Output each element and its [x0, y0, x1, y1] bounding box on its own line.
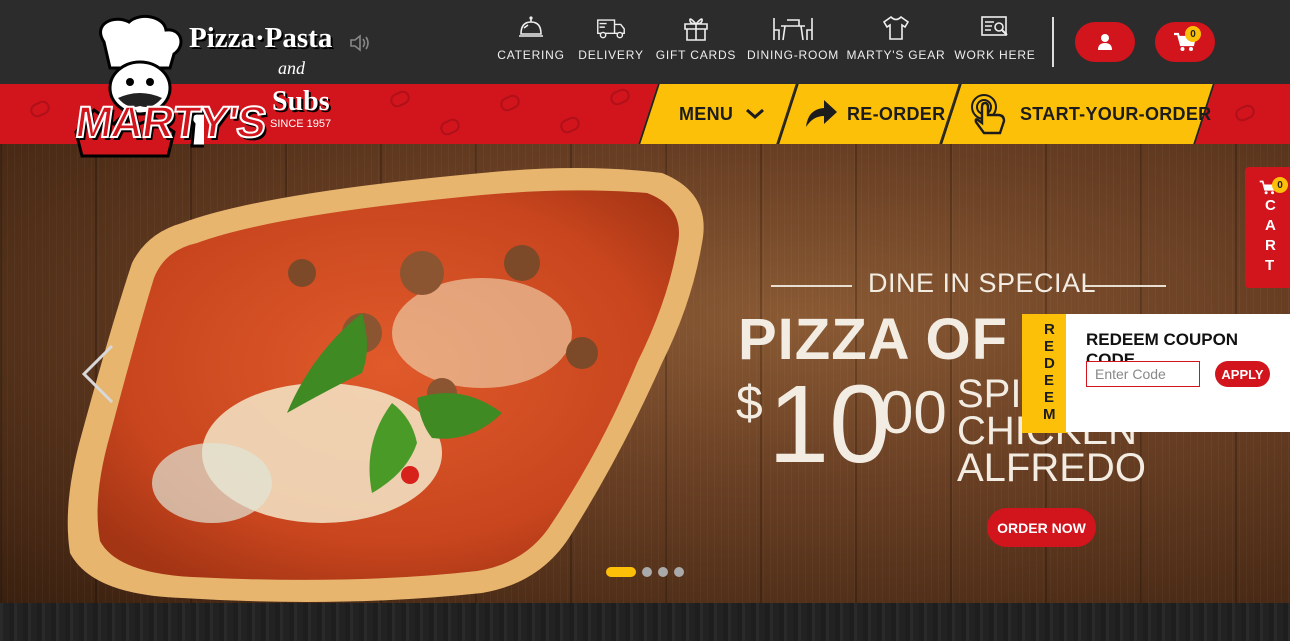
dining-table-icon — [773, 18, 813, 41]
brand-tagline-top: Pizza·Pasta — [189, 22, 333, 54]
pizza-image — [67, 168, 704, 602]
side-cart-label-letter: R — [1265, 237, 1276, 254]
tab-menu-label: MENU — [679, 103, 734, 124]
hero-currency: $ — [736, 377, 763, 430]
nav-catering[interactable]: CATERING — [497, 14, 564, 70]
user-icon — [1098, 34, 1112, 50]
page: MARTY'S Pizza·Pasta and Subs SINCE 1957 … — [0, 0, 1290, 641]
nav-label: MARTY'S GEAR — [846, 48, 946, 62]
delivery-truck-icon — [597, 19, 625, 39]
redeem-tab-letter: E — [1044, 389, 1055, 406]
brand-name: MARTY'S — [72, 97, 270, 148]
apply-coupon-button[interactable]: APPLY — [1215, 361, 1270, 387]
doodle-pattern — [497, 92, 523, 114]
chevron-down-icon — [746, 108, 765, 119]
nav-dining-room[interactable]: DINING-ROOM — [747, 14, 838, 70]
nav-label: DINING-ROOM — [746, 48, 840, 62]
brand-logo[interactable]: MARTY'S Pizza·Pasta and Subs SINCE 1957 — [72, 14, 374, 160]
redeem-tab-letter: E — [1044, 372, 1055, 389]
redeem-tab-letter: R — [1044, 321, 1055, 338]
hero-kicker: DINE IN SPECIAL — [868, 268, 1097, 298]
cart-count-badge: 0 — [1185, 26, 1201, 42]
job-search-icon — [981, 16, 1008, 36]
doodle-pattern — [607, 86, 633, 108]
redeem-tab-letter: D — [1044, 355, 1055, 372]
header-divider — [1052, 17, 1054, 67]
touch-hand-icon — [971, 94, 1006, 135]
tab-start-order-label: START-YOUR-ORDER — [1020, 103, 1212, 124]
hero-price: 10 — [768, 363, 891, 486]
prev-slide-arrow-icon[interactable] — [78, 344, 118, 404]
tab-reorder-label: RE-ORDER — [847, 103, 946, 124]
account-button[interactable] — [1075, 22, 1135, 62]
brand-tagline-subs: Subs — [272, 86, 330, 117]
doodle-pattern — [387, 88, 413, 110]
redeem-tab-letter: M — [1043, 406, 1056, 423]
reorder-arrow-icon — [806, 100, 837, 127]
slide-indicator[interactable] — [642, 567, 652, 577]
tshirt-icon — [882, 15, 910, 40]
doodle-pattern — [27, 98, 53, 120]
section-divider — [0, 603, 1290, 641]
nav-delivery[interactable]: DELIVERY — [578, 14, 643, 70]
speaker-icon[interactable] — [349, 32, 371, 54]
coupon-code-input[interactable] — [1086, 361, 1200, 387]
nav-label: WORK HERE — [954, 48, 1036, 62]
side-cart-count-badge: 0 — [1272, 177, 1288, 193]
slide-indicator[interactable] — [658, 567, 668, 577]
slide-indicator-active[interactable] — [606, 567, 636, 577]
hero-item-line3: ALFREDO — [957, 446, 1146, 490]
hero-price-cents: 00 — [880, 379, 947, 446]
doodle-pattern — [437, 116, 463, 138]
tab-start-order[interactable]: START-YOUR-ORDER — [968, 84, 1211, 144]
tab-menu[interactable]: MENU — [679, 84, 765, 144]
doodle-pattern — [1232, 102, 1258, 124]
nav-label: GIFT CARDS — [655, 48, 737, 62]
header-cart-button[interactable] — [1155, 22, 1215, 62]
gift-icon — [684, 18, 708, 41]
side-cart-label-letter: T — [1265, 257, 1275, 274]
kicker-rule-right — [1085, 285, 1166, 287]
doodle-pattern — [557, 114, 583, 136]
kicker-rule-left — [771, 285, 852, 287]
slide-indicator[interactable] — [674, 567, 684, 577]
nav-work-here[interactable]: WORK HERE — [954, 14, 1035, 70]
catering-icon — [519, 16, 543, 37]
side-cart-label-letter: A — [1265, 217, 1276, 234]
nav-martys-gear[interactable]: MARTY'S GEAR — [846, 14, 945, 70]
tab-reorder[interactable]: RE-ORDER — [804, 84, 945, 144]
nav-label: CATERING — [497, 48, 565, 62]
brand-tagline-and: and — [278, 58, 305, 78]
order-now-button[interactable]: ORDER NOW — [987, 508, 1096, 547]
nav-label: DELIVERY — [578, 48, 644, 62]
brand-since: SINCE 1957 — [270, 118, 332, 130]
side-cart-label-letter: C — [1265, 197, 1276, 214]
nav-gift-cards[interactable]: GIFT CARDS — [656, 14, 735, 70]
redeem-tab-letter: E — [1044, 338, 1055, 355]
